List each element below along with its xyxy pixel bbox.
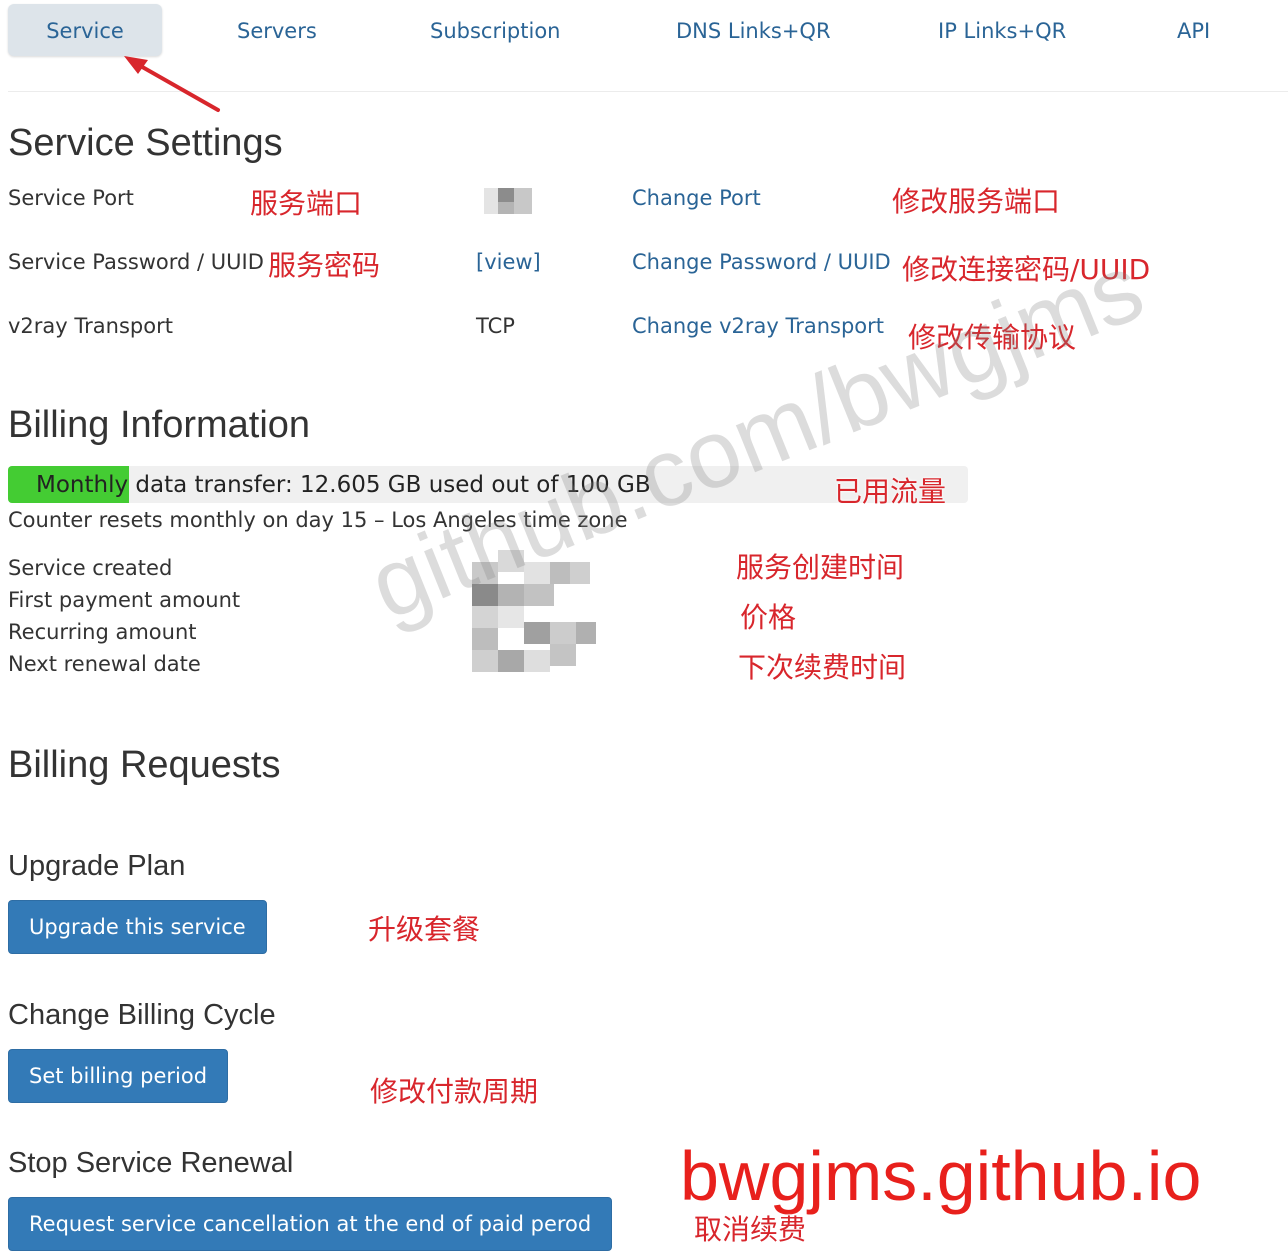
- tab-service-label: Service: [46, 19, 124, 43]
- tab-api[interactable]: API: [1177, 4, 1210, 56]
- price-note: 价格: [740, 601, 797, 634]
- request-cancellation-button[interactable]: Request service cancellation at the end …: [8, 1197, 613, 1251]
- service-port-label: Service Port: [8, 186, 134, 210]
- arrow-annotation-icon: [124, 56, 220, 112]
- data-transfer-progress: Monthly data transfer: 12.605 GB used ou…: [8, 466, 968, 503]
- change-port-note: 修改服务端口: [892, 185, 1061, 218]
- billing-info-title: Billing Information: [8, 404, 311, 446]
- upgrade-note: 升级套餐: [368, 913, 481, 946]
- service-port-note: 服务端口: [250, 187, 363, 220]
- service-password-note: 服务密码: [268, 249, 381, 282]
- next-renewal-note: 下次续费时间: [738, 651, 907, 684]
- upgrade-service-button[interactable]: Upgrade this service: [8, 900, 267, 954]
- counter-reset-note: Counter resets monthly on day 15 – Los A…: [8, 508, 628, 532]
- billing-requests-title: Billing Requests: [8, 744, 281, 786]
- stop-renewal-heading: Stop Service Renewal: [8, 1147, 294, 1179]
- view-password-link[interactable]: [view]: [476, 250, 541, 274]
- first-payment-label: First payment amount: [8, 588, 241, 612]
- tab-subscription[interactable]: Subscription: [430, 4, 560, 56]
- change-transport-link[interactable]: Change v2ray Transport: [632, 314, 884, 338]
- v2ray-transport-label: v2ray Transport: [8, 314, 173, 338]
- change-port-link[interactable]: Change Port: [632, 186, 761, 210]
- change-password-note: 修改连接密码/UUID: [902, 253, 1151, 286]
- change-transport-note: 修改传输协议: [908, 321, 1077, 354]
- brand-watermark: bwgjms.github.io: [680, 1137, 1202, 1215]
- billing-values-redacted: [472, 550, 672, 680]
- billing-period-note: 修改付款周期: [370, 1075, 539, 1108]
- v2ray-transport-value: TCP: [476, 314, 515, 338]
- change-billing-cycle-heading: Change Billing Cycle: [8, 999, 276, 1031]
- tab-dns-links-qr[interactable]: DNS Links+QR: [676, 4, 831, 56]
- service-created-label: Service created: [8, 556, 173, 580]
- cancel-renewal-note: 取消续费: [694, 1213, 807, 1246]
- next-renewal-label: Next renewal date: [8, 652, 201, 676]
- set-billing-period-button[interactable]: Set billing period: [8, 1049, 229, 1103]
- tab-servers[interactable]: Servers: [237, 4, 317, 56]
- service-settings-title: Service Settings: [8, 122, 283, 164]
- change-password-link[interactable]: Change Password / UUID: [632, 250, 891, 274]
- data-transfer-note: 已用流量: [834, 475, 947, 508]
- upgrade-plan-heading: Upgrade Plan: [8, 850, 186, 882]
- service-port-value-redacted: [478, 186, 534, 216]
- data-transfer-text: Monthly data transfer: 12.605 GB used ou…: [36, 472, 651, 498]
- service-password-label: Service Password / UUID: [8, 250, 264, 274]
- recurring-amount-label: Recurring amount: [8, 620, 197, 644]
- service-created-note: 服务创建时间: [736, 551, 905, 584]
- tab-ip-links-qr[interactable]: IP Links+QR: [938, 4, 1066, 56]
- tab-service[interactable]: Service: [8, 4, 162, 56]
